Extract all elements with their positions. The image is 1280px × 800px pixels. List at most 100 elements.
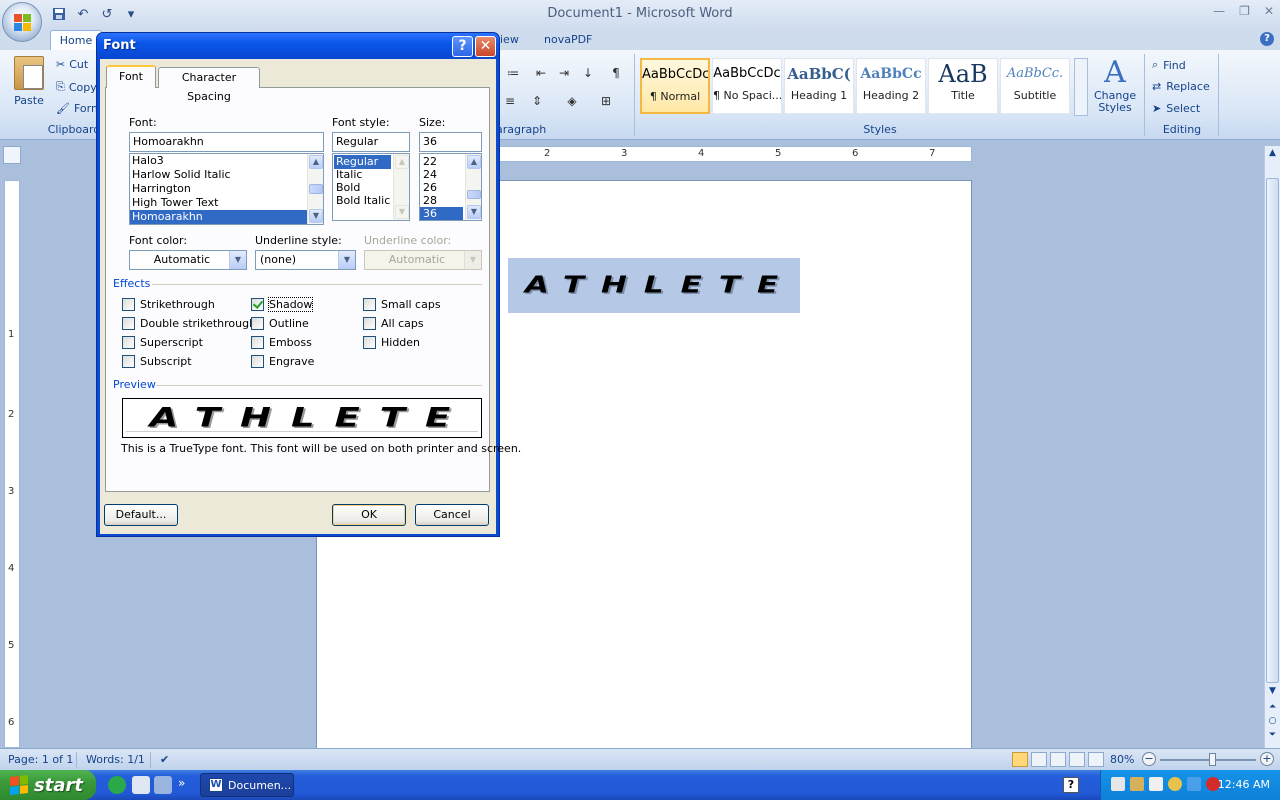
scroll-thumb[interactable] xyxy=(309,184,323,194)
scroll-up-icon[interactable]: ▲ xyxy=(467,155,481,169)
font-style-input[interactable]: Regular xyxy=(332,132,410,152)
checkbox-box[interactable] xyxy=(122,336,135,349)
font-list-item[interactable]: High Tower Text xyxy=(130,196,323,210)
checkbox-box[interactable] xyxy=(363,317,376,330)
checkbox-box[interactable] xyxy=(251,336,264,349)
style-subtitle[interactable]: AaBbCc. Subtitle xyxy=(1000,58,1070,114)
style-heading-2[interactable]: AaBbCc Heading 2 xyxy=(856,58,926,114)
font-list-item[interactable]: Halo3 xyxy=(130,154,323,168)
borders-icon[interactable]: ⊞ xyxy=(596,92,616,110)
strikethrough-checkbox[interactable]: Strikethrough xyxy=(122,298,215,311)
zoom-slider[interactable] xyxy=(1160,759,1256,761)
previous-page-icon[interactable]: ⏶ xyxy=(1266,702,1279,712)
checkbox-box[interactable] xyxy=(122,298,135,311)
format-painter-button[interactable]: 🖌 Form xyxy=(56,102,102,115)
shading-icon[interactable]: ◈ xyxy=(562,92,582,110)
paste-button[interactable]: Paste xyxy=(8,56,50,107)
zoom-in-icon[interactable]: + xyxy=(1260,752,1274,766)
tab-home[interactable]: Home xyxy=(50,30,102,50)
font-style-list[interactable]: Regular Italic Bold Bold Italic ▲ ▼ xyxy=(332,153,410,221)
scroll-down-icon[interactable]: ▼ xyxy=(309,209,323,223)
word-count[interactable]: Words: 1/1 xyxy=(86,753,145,766)
shadow-checkbox[interactable]: Shadow xyxy=(251,297,314,312)
double-strikethrough-checkbox[interactable]: Double strikethrough xyxy=(122,317,256,330)
sort-icon[interactable]: ↓ xyxy=(578,64,598,82)
zoom-out-icon[interactable]: − xyxy=(1142,752,1156,766)
font-list-item[interactable]: Harrington xyxy=(130,182,323,196)
change-styles-button[interactable]: A Change Styles xyxy=(1094,56,1136,114)
style-title[interactable]: AaB Title xyxy=(928,58,998,114)
cancel-button[interactable]: Cancel xyxy=(415,504,489,526)
styles-gallery-scroll[interactable] xyxy=(1074,58,1088,116)
scroll-down-icon[interactable]: ▼ xyxy=(467,205,481,219)
selected-text-highlight[interactable]: ATHLETE xyxy=(508,258,800,313)
small-caps-checkbox[interactable]: Small caps xyxy=(363,298,441,311)
font-input[interactable]: Homoarakhn xyxy=(129,132,324,152)
close-icon[interactable]: ✕ xyxy=(1264,4,1274,18)
font-list-scrollbar[interactable]: ▲ ▼ xyxy=(307,154,323,224)
print-layout-view-button[interactable] xyxy=(1012,752,1028,767)
pen-icon[interactable] xyxy=(1149,777,1163,791)
minimize-icon[interactable]: — xyxy=(1213,4,1225,18)
emboss-checkbox[interactable]: Emboss xyxy=(251,336,312,349)
replace-button[interactable]: ⇄ Replace xyxy=(1152,80,1210,93)
show-formatting-icon[interactable]: ¶ xyxy=(606,64,626,82)
scroll-down-icon[interactable]: ▼ xyxy=(1266,686,1279,696)
font-list[interactable]: Halo3 Harlow Solid Italic Harrington Hig… xyxy=(129,153,324,225)
tab-character-spacing[interactable]: Character Spacing xyxy=(158,67,260,103)
size-item-selected[interactable]: 36 xyxy=(420,207,463,220)
network-icon[interactable] xyxy=(1111,777,1125,791)
chevron-down-icon[interactable]: ▼ xyxy=(229,251,246,269)
browse-object-icon[interactable]: ○ xyxy=(1266,716,1279,726)
dialog-help-button[interactable]: ? xyxy=(452,36,473,57)
checkbox-box[interactable] xyxy=(363,336,376,349)
volume-icon[interactable] xyxy=(1130,777,1144,791)
quick-launch-icon[interactable] xyxy=(108,776,126,794)
chevron-down-icon[interactable]: ▼ xyxy=(338,251,355,269)
size-list[interactable]: 22 24 26 28 36 ▲ ▼ xyxy=(419,153,482,221)
start-button[interactable]: start xyxy=(0,770,96,800)
scroll-thumb[interactable] xyxy=(1266,178,1279,683)
checkbox-box-checked[interactable] xyxy=(251,298,264,311)
page-count[interactable]: Page: 1 of 1 xyxy=(8,753,73,766)
shield-icon[interactable] xyxy=(1168,777,1182,791)
ok-button[interactable]: OK xyxy=(332,504,406,526)
outline-checkbox[interactable]: Outline xyxy=(251,317,309,330)
copy-button[interactable]: ⎘ Copy xyxy=(56,80,97,94)
underline-style-dropdown[interactable]: (none) ▼ xyxy=(255,250,356,270)
multilevel-list-icon[interactable]: ≔ xyxy=(503,64,523,82)
superscript-checkbox[interactable]: Superscript xyxy=(122,336,203,349)
taskbar-word-button[interactable]: W Documen... xyxy=(200,773,294,797)
maximize-icon[interactable]: ❐ xyxy=(1239,4,1250,18)
zoom-slider-thumb[interactable] xyxy=(1209,753,1217,766)
increase-indent-icon[interactable]: ⇥ xyxy=(554,64,574,82)
scroll-up-icon[interactable]: ▲ xyxy=(1266,148,1279,158)
style-normal[interactable]: AaBbCcDc ¶ Normal xyxy=(640,58,710,114)
hidden-checkbox[interactable]: Hidden xyxy=(363,336,420,349)
font-style-scrollbar[interactable]: ▲ ▼ xyxy=(393,154,409,220)
outline-view-button[interactable] xyxy=(1069,752,1085,767)
help-tray-icon[interactable]: ? xyxy=(1063,777,1079,793)
tab-novapdf[interactable]: novaPDF xyxy=(544,33,592,46)
justify-icon[interactable]: ≡ xyxy=(500,92,520,110)
default-button[interactable]: Default... xyxy=(104,504,178,526)
line-spacing-icon[interactable]: ⇕ xyxy=(527,92,547,110)
all-caps-checkbox[interactable]: All caps xyxy=(363,317,424,330)
help-icon[interactable]: ? xyxy=(1260,32,1274,46)
scroll-thumb[interactable] xyxy=(467,190,481,199)
checkbox-box[interactable] xyxy=(122,355,135,368)
font-list-item[interactable]: Harlow Solid Italic xyxy=(130,168,323,182)
next-page-icon[interactable]: ⏷ xyxy=(1266,730,1279,740)
office-button[interactable] xyxy=(2,2,42,42)
dialog-close-button[interactable]: ✕ xyxy=(475,36,496,57)
find-button[interactable]: ⌕ Find xyxy=(1152,58,1186,72)
sync-icon[interactable] xyxy=(1187,777,1201,791)
size-list-scrollbar[interactable]: ▲ ▼ xyxy=(465,154,481,220)
web-layout-view-button[interactable] xyxy=(1050,752,1066,767)
style-heading-1[interactable]: AaBbC( Heading 1 xyxy=(784,58,854,114)
zoom-level[interactable]: 80% xyxy=(1110,753,1134,766)
select-button[interactable]: ➤ Select xyxy=(1152,102,1200,115)
quick-launch-more-icon[interactable]: » xyxy=(178,776,190,794)
style-no-spacing[interactable]: AaBbCcDc ¶ No Spaci... xyxy=(712,58,782,114)
dialog-title-bar[interactable]: Font ? ✕ xyxy=(97,33,499,59)
